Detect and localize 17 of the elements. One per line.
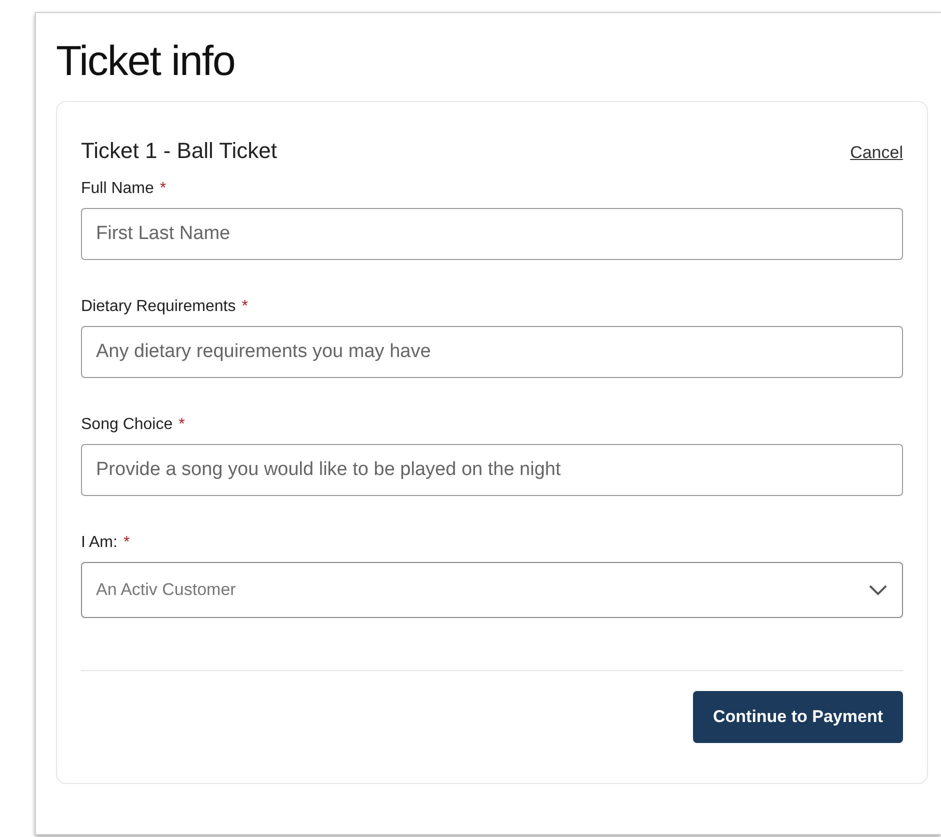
text-field[interactable]: Any dietary requirements you may have [81, 326, 903, 378]
field-label: I Am: * [81, 534, 131, 552]
continue-button[interactable]: Continue to Payment [692, 691, 903, 743]
field-label: Full Name * [81, 180, 168, 198]
required-mark: * [178, 416, 185, 433]
text-field[interactable]: Provide a song you would like to be played on the night [81, 444, 903, 496]
chevron-down-icon [868, 584, 888, 596]
field-label: Dietary Requirements * [81, 298, 249, 316]
required-mark: * [242, 298, 248, 315]
required-mark: * [123, 534, 130, 551]
required-mark: * [160, 180, 166, 197]
ticket-title: Ticket 1 - Ball Ticket [81, 138, 278, 164]
text-field[interactable]: First Last Name [81, 208, 903, 260]
dropdown-field[interactable]: An Activ Customer [81, 562, 903, 618]
cancel-link[interactable]: Cancel [850, 143, 903, 163]
field-label: Song Choice * [81, 416, 186, 434]
page-title: Ticket info [56, 37, 236, 85]
